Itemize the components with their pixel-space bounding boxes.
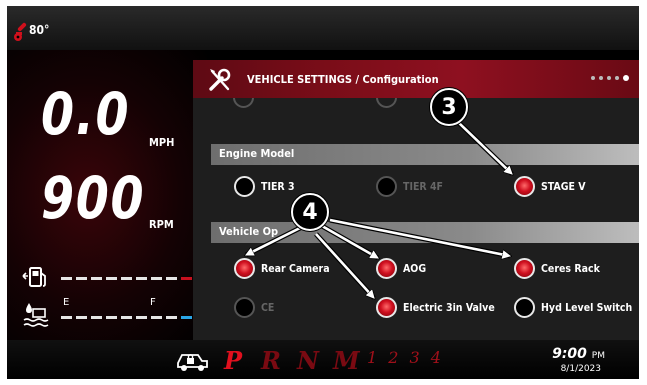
callout-arrow (458, 122, 512, 174)
callout-arrows (0, 121, 647, 385)
callout-marker: 4 (291, 193, 329, 231)
callout-arrow (329, 218, 510, 256)
callout-marker: 3 (430, 88, 468, 126)
callout-arrow (315, 233, 374, 298)
